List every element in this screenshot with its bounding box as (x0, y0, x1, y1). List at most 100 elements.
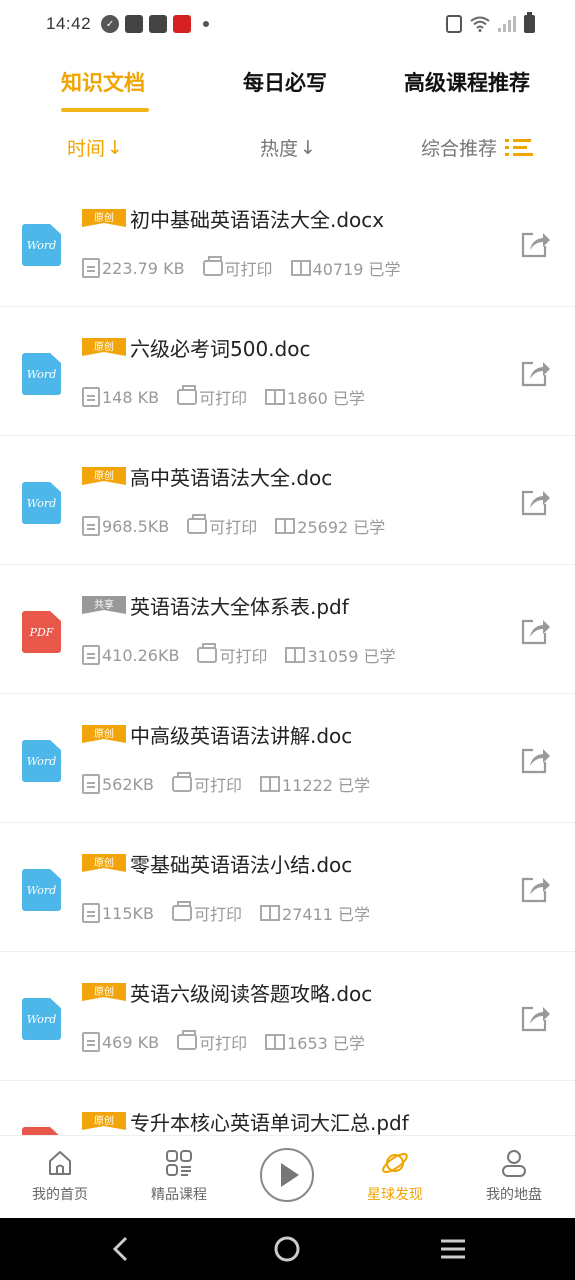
book-icon (260, 776, 281, 792)
wifi-icon (470, 16, 490, 32)
printer-icon (177, 385, 198, 405)
book-icon (265, 1034, 286, 1050)
nav-label: 我的首页 (32, 1187, 88, 1203)
share-icon[interactable] (519, 1002, 551, 1034)
document-meta: 469 KB 可打印 1653 已学 (82, 1030, 365, 1054)
original-tag: 原创 (82, 467, 126, 485)
list-item[interactable]: Word 原创 初中基础英语语法大全.docx 223.79 KB 可打印 40… (0, 178, 575, 307)
printer-icon (172, 772, 193, 792)
sort-by-time[interactable]: 时间 ↓ (67, 134, 123, 161)
word-file-icon: Word (22, 869, 61, 911)
shopping-bag-icon (125, 15, 144, 33)
file-size: 469 KB (102, 1032, 160, 1052)
share-icon[interactable] (519, 615, 551, 647)
notification-icons: ✓ (101, 15, 210, 33)
learner-count: 1653 已学 (287, 1034, 365, 1053)
list-item[interactable]: Word 原创 高中英语语法大全.doc 968.5KB 可打印 25692 已… (0, 436, 575, 565)
menu-icon[interactable] (438, 1234, 468, 1264)
list-item[interactable]: 原创 专升本核心英语单词大汇总.pdf (0, 1081, 575, 1135)
back-icon[interactable] (106, 1234, 136, 1264)
share-icon[interactable] (519, 486, 551, 518)
nav-label: 我的地盘 (486, 1187, 542, 1203)
file-size: 968.5KB (102, 516, 170, 536)
file-size: 148 KB (102, 387, 160, 407)
sort-by-recommend[interactable]: 综合推荐 (421, 134, 534, 161)
printable-label: 可打印 (194, 776, 243, 795)
tab-advanced-courses[interactable]: 高级课程推荐 (404, 67, 530, 97)
original-tag: 原创 (82, 854, 126, 872)
share-icon[interactable] (519, 357, 551, 389)
cellular-signal-icon (498, 16, 516, 32)
document-title: 零基础英语语法小结.doc (130, 853, 353, 877)
learner-count: 31059 已学 (307, 647, 396, 666)
document-title: 英语语法大全体系表.pdf (130, 595, 349, 619)
vibrate-icon (446, 15, 462, 33)
learner-count: 40719 已学 (312, 260, 401, 279)
tab-daily-writing[interactable]: 每日必写 (243, 67, 327, 97)
book-icon (285, 647, 306, 663)
file-size-icon (82, 645, 100, 665)
printer-icon (197, 643, 218, 663)
learner-count: 11222 已学 (282, 776, 371, 795)
printable-label: 可打印 (194, 905, 243, 924)
check-circle-icon: ✓ (101, 15, 120, 33)
nav-premium-courses[interactable]: 精品课程 (134, 1148, 224, 1204)
document-title: 中高级英语语法讲解.doc (130, 724, 353, 748)
word-file-icon: Word (22, 224, 61, 266)
printable-label: 可打印 (199, 1034, 248, 1053)
sort-heat-label: 热度 (260, 138, 299, 160)
document-meta: 115KB 可打印 27411 已学 (82, 901, 370, 925)
nav-planet-discover[interactable]: 星球发现 (350, 1148, 440, 1204)
learner-count: 27411 已学 (282, 905, 371, 924)
home-circle-icon[interactable] (272, 1234, 302, 1264)
nav-my-space[interactable]: 我的地盘 (469, 1148, 559, 1204)
system-nav-bar (0, 1218, 575, 1280)
share-icon[interactable] (519, 744, 551, 776)
learner-count: 1860 已学 (287, 389, 365, 408)
book-icon (265, 389, 286, 405)
list-item[interactable]: Word 原创 中高级英语语法讲解.doc 562KB 可打印 11222 已学 (0, 694, 575, 823)
file-size-icon (82, 516, 100, 536)
active-tab-indicator (61, 108, 149, 112)
nav-label: 星球发现 (367, 1187, 423, 1203)
bottom-nav: 我的首页 精品课程 星球发现 我的地盘 (0, 1135, 575, 1218)
file-size: 410.26KB (102, 645, 180, 665)
pdf-file-icon: PDF (22, 611, 61, 653)
original-tag: 原创 (82, 725, 126, 743)
list-item[interactable]: PDF 共享 英语语法大全体系表.pdf 410.26KB 可打印 31059 … (0, 565, 575, 694)
sort-by-heat[interactable]: 热度 ↓ (260, 134, 316, 161)
tab-knowledge-docs[interactable]: 知识文档 (61, 67, 145, 97)
play-button[interactable] (260, 1148, 314, 1202)
file-size-icon (82, 774, 100, 794)
share-icon[interactable] (519, 873, 551, 905)
document-title: 初中基础英语语法大全.docx (130, 208, 385, 232)
arrow-down-icon: ↓ (107, 136, 123, 159)
user-icon (502, 1150, 526, 1177)
word-file-icon: Word (22, 740, 61, 782)
document-list: Word 原创 初中基础英语语法大全.docx 223.79 KB 可打印 40… (0, 178, 575, 1135)
nav-my-home[interactable]: 我的首页 (15, 1148, 105, 1204)
book-icon (290, 260, 311, 276)
book-icon (260, 905, 281, 921)
printable-label: 可打印 (219, 647, 268, 666)
shared-tag: 共享 (82, 596, 126, 614)
sort-time-label: 时间 (67, 138, 106, 160)
document-meta: 223.79 KB 可打印 40719 已学 (82, 256, 401, 280)
status-bar: 14:42 ✓ (0, 0, 575, 48)
nav-label: 精品课程 (151, 1187, 207, 1203)
list-item[interactable]: Word 原创 六级必考词500.doc 148 KB 可打印 1860 已学 (0, 307, 575, 436)
planet-icon (382, 1152, 408, 1174)
system-status-icons (446, 12, 535, 33)
file-size-icon (82, 903, 100, 923)
printer-icon (172, 901, 193, 921)
share-icon[interactable] (519, 228, 551, 260)
file-size: 115KB (102, 903, 155, 923)
status-time: 14:42 (46, 14, 92, 33)
list-item[interactable]: Word 原创 零基础英语语法小结.doc 115KB 可打印 27411 已学 (0, 823, 575, 952)
list-item[interactable]: Word 原创 英语六级阅读答题攻略.doc 469 KB 可打印 1653 已… (0, 952, 575, 1081)
printer-icon (177, 1030, 198, 1050)
document-title: 专升本核心英语单词大汇总.pdf (130, 1111, 409, 1135)
word-file-icon: Word (22, 353, 61, 395)
document-meta: 968.5KB 可打印 25692 已学 (82, 514, 385, 538)
learner-count: 25692 已学 (297, 518, 386, 537)
